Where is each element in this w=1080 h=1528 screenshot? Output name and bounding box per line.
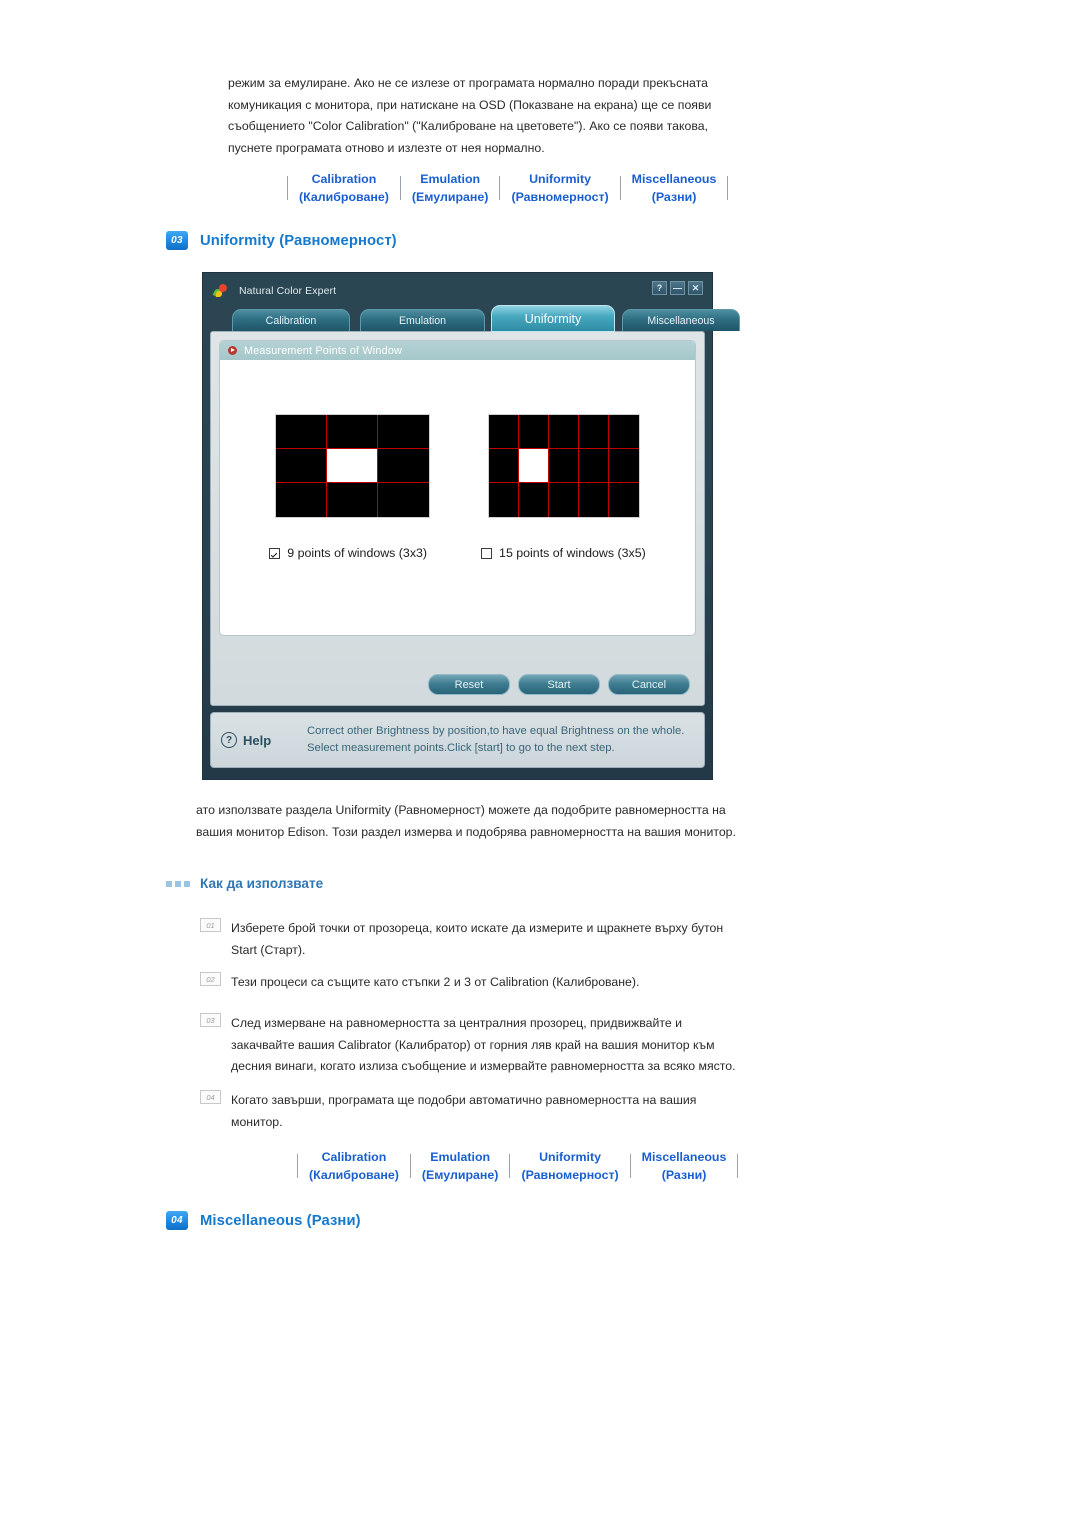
nav-strip-top: Calibration (Калиброване) Emulation (Ему… xyxy=(285,170,730,206)
list-item: 03 След измерване на равномерността за ц… xyxy=(200,1013,745,1078)
nav-item-emulation[interactable]: Emulation (Емулиране) xyxy=(413,1148,508,1184)
bullet-arrow-icon xyxy=(228,346,237,355)
measurement-options: 9 points of windows (3x3) 15 points of w… xyxy=(220,546,695,560)
checkbox-9-points[interactable] xyxy=(269,547,281,559)
question-mark-icon: ? xyxy=(221,732,237,748)
option-label: 15 points of windows (3x5) xyxy=(499,546,646,560)
step-text: Изберете брой точки от прозореца, които … xyxy=(231,921,724,957)
option-label: 9 points of windows (3x3) xyxy=(287,546,428,560)
grid-preview-3x3[interactable] xyxy=(275,414,430,518)
help-icon[interactable]: ? xyxy=(652,281,667,295)
window-controls: ? — ✕ xyxy=(652,281,703,295)
nav-separator xyxy=(619,176,621,200)
group-header: Measurement Points of Window xyxy=(220,341,695,360)
section-number-badge: 04 xyxy=(166,1211,188,1230)
nav-separator xyxy=(629,1154,631,1178)
grid-previews xyxy=(220,360,695,518)
document-page: режим за емулиране. Ако не се излезе от … xyxy=(0,0,1080,1528)
nav-label-en: Emulation xyxy=(420,172,481,186)
nav-item-uniformity[interactable]: Uniformity (Равномерност) xyxy=(512,1148,627,1184)
nav-label-en: Miscellaneous xyxy=(631,172,717,186)
nav-item-miscellaneous[interactable]: Miscellaneous (Разни) xyxy=(623,170,726,206)
nav-label-en: Uniformity xyxy=(529,172,592,186)
reset-button[interactable]: Reset xyxy=(428,674,510,695)
nav-item-miscellaneous[interactable]: Miscellaneous (Разни) xyxy=(633,1148,736,1184)
howto-title: Как да използвате xyxy=(200,876,324,891)
list-item: 02 Тези процеси са същите като стъпки 2 … xyxy=(200,972,745,994)
minimize-icon[interactable]: — xyxy=(670,281,685,295)
step-number: 04 xyxy=(200,1090,221,1104)
nav-label-en: Uniformity xyxy=(539,1150,602,1164)
nav-label-bg: (Разни) xyxy=(661,1168,707,1182)
cancel-button[interactable]: Cancel xyxy=(608,674,690,695)
nav-label-bg: (Калиброване) xyxy=(299,190,389,204)
checkbox-15-points[interactable] xyxy=(481,547,493,559)
nav-separator xyxy=(287,176,288,200)
step-number: 02 xyxy=(200,972,221,986)
nav-label-en: Calibration xyxy=(321,1150,387,1164)
measurement-points-group: Measurement Points of Window 9 points of… xyxy=(219,340,696,636)
natural-color-expert-window: Natural Color Expert ? — ✕ Calibration E… xyxy=(202,272,740,780)
help-bar: ? Help Correct other Brightness by posit… xyxy=(210,712,705,768)
option-15-points[interactable]: 15 points of windows (3x5) xyxy=(481,546,646,560)
grid-preview-3x5[interactable] xyxy=(488,414,640,518)
start-button[interactable]: Start xyxy=(518,674,600,695)
nav-strip-bottom: Calibration (Калиброване) Emulation (Ему… xyxy=(295,1148,740,1184)
app-title: Natural Color Expert xyxy=(239,285,337,297)
step-text: След измерване на равномерността за цент… xyxy=(231,1016,736,1073)
section-heading-miscellaneous: 04 Miscellaneous (Разни) xyxy=(166,1211,361,1230)
nav-separator xyxy=(727,176,729,200)
list-item: 01 Изберете брой точки от прозореца, кои… xyxy=(200,918,745,961)
nav-separator xyxy=(509,1154,511,1178)
nav-label-bg: (Емулиране) xyxy=(421,1168,499,1182)
nav-label-en: Emulation xyxy=(430,1150,491,1164)
nav-separator xyxy=(409,1154,411,1178)
howto-heading: Как да използвате xyxy=(166,876,323,891)
body-paragraph: ато използвате раздела Uniformity (Равно… xyxy=(196,803,736,839)
tab-miscellaneous[interactable]: Miscellaneous xyxy=(622,309,740,331)
section-number-badge: 03 xyxy=(166,231,188,250)
tab-calibration[interactable]: Calibration xyxy=(232,309,350,331)
nav-item-calibration[interactable]: Calibration (Калиброване) xyxy=(290,170,398,206)
app-tab-bar: Calibration Emulation Uniformity Miscell… xyxy=(210,305,740,332)
app-titlebar: Natural Color Expert ? — ✕ xyxy=(210,279,705,303)
group-title: Measurement Points of Window xyxy=(244,344,403,357)
help-label: Help xyxy=(243,732,272,748)
nav-separator xyxy=(297,1154,298,1178)
intro-paragraph: режим за емулиране. Ако не се излезе от … xyxy=(228,76,712,155)
square-dots-icon xyxy=(166,880,190,887)
app-button-row: Reset Start Cancel xyxy=(428,674,690,695)
section-heading-uniformity: 03 Uniformity (Равномерност) xyxy=(166,231,397,250)
nav-label-en: Calibration xyxy=(311,172,377,186)
list-item: 04 Когато завърши, програмата ще подобри… xyxy=(200,1090,745,1133)
step-text: Тези процеси са същите като стъпки 2 и 3… xyxy=(231,975,640,989)
nav-label-en: Miscellaneous xyxy=(641,1150,727,1164)
nav-separator xyxy=(737,1154,739,1178)
close-icon[interactable]: ✕ xyxy=(688,281,703,295)
app-content-panel: Measurement Points of Window 9 points of… xyxy=(210,331,705,706)
nav-separator xyxy=(499,176,501,200)
page-title: Uniformity (Равномерност) xyxy=(200,232,397,249)
tab-emulation[interactable]: Emulation xyxy=(360,309,485,331)
nav-label-bg: (Калиброване) xyxy=(309,1168,399,1182)
step-text: Когато завърши, програмата ще подобри ав… xyxy=(231,1093,697,1129)
option-9-points[interactable]: 9 points of windows (3x3) xyxy=(269,546,427,560)
nav-label-bg: (Емулиране) xyxy=(411,190,489,204)
nav-item-uniformity[interactable]: Uniformity (Равномерност) xyxy=(502,170,617,206)
nav-label-bg: (Разни) xyxy=(651,190,697,204)
step-number: 03 xyxy=(200,1013,221,1027)
section-title: Miscellaneous (Разни) xyxy=(200,1212,361,1229)
step-number: 01 xyxy=(200,918,221,932)
app-logo-icon xyxy=(212,282,230,299)
help-label-group: ? Help xyxy=(221,732,307,748)
nav-item-emulation[interactable]: Emulation (Емулиране) xyxy=(403,170,498,206)
nav-item-calibration[interactable]: Calibration (Калиброване) xyxy=(300,1148,408,1184)
help-text: Correct other Brightness by position,to … xyxy=(307,725,685,754)
tab-uniformity[interactable]: Uniformity xyxy=(491,305,615,332)
nav-label-bg: (Равномерност) xyxy=(511,190,609,204)
nav-label-bg: (Равномерност) xyxy=(521,1168,619,1182)
nav-separator xyxy=(399,176,401,200)
